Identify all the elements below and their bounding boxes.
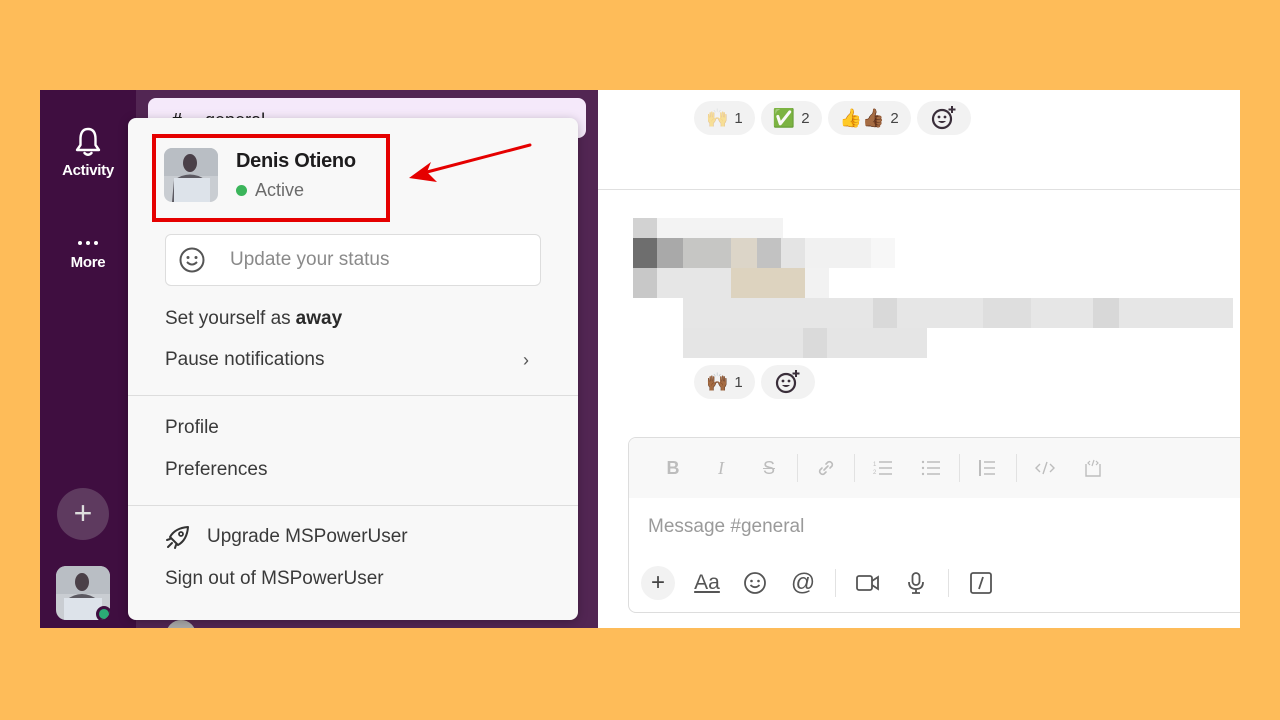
mention-button[interactable]: @ [779, 566, 827, 600]
raised-hands-icon: 🙌 [706, 108, 729, 128]
active-status-dot [236, 185, 247, 196]
set-away-item[interactable]: Set yourself as away [165, 308, 541, 330]
pause-notifications-label: Pause notifications [165, 349, 325, 370]
svg-text:2: 2 [873, 470, 877, 476]
status-input[interactable] [230, 249, 530, 271]
upgrade-label: Upgrade MSPowerUser [207, 526, 408, 547]
bulleted-list-button[interactable] [907, 453, 955, 483]
reaction-raised-hands[interactable]: 🙌 1 [694, 101, 755, 135]
add-reaction-button[interactable] [916, 101, 971, 135]
check-mark-icon: ✅ [772, 108, 796, 128]
rocket-icon [166, 526, 189, 549]
annotation-arrow-icon [409, 143, 532, 182]
user-avatar [164, 148, 218, 202]
add-workspace-button[interactable]: + [57, 488, 109, 540]
bulleted-list-icon [921, 460, 940, 476]
slash-command-icon [970, 572, 992, 594]
bottom-reactions: 🙌🏾 1 [694, 365, 815, 399]
update-status-field[interactable] [165, 234, 541, 286]
audio-clip-button[interactable] [892, 566, 940, 600]
user-status-text: Active [255, 180, 305, 200]
rail-activity-button[interactable]: Activity [40, 126, 136, 179]
add-emoji-icon [931, 106, 956, 130]
message-divider [598, 189, 1240, 190]
blockquote-icon [979, 460, 995, 476]
strikethrough-button[interactable]: S [745, 453, 793, 483]
upgrade-item[interactable]: Upgrade MSPowerUser [165, 524, 541, 550]
reaction-count: 1 [734, 109, 743, 127]
rail-more-label: More [70, 254, 106, 271]
sign-out-label: Sign out of MSPowerUser [165, 568, 384, 589]
preferences-label: Preferences [165, 459, 268, 480]
smiley-icon [179, 247, 205, 273]
workspace-rail: Activity More + [40, 90, 136, 628]
code-button[interactable] [1021, 453, 1069, 483]
shortcuts-button[interactable] [957, 566, 1005, 600]
set-away-bold: away [295, 308, 343, 329]
top-reactions: 🙌 1 ✅ 2 👍👍🏾 2 [694, 101, 971, 135]
set-away-label: Set yourself as [165, 308, 291, 329]
code-block-icon [1085, 459, 1101, 477]
reaction-count: 2 [801, 109, 810, 127]
emoji-button[interactable] [731, 566, 779, 600]
add-reaction-button[interactable] [760, 365, 815, 399]
profile-item[interactable]: Profile [165, 417, 541, 439]
ordered-list-icon: 12 [873, 461, 892, 476]
composer-actions: + Aa @ [629, 556, 1240, 610]
user-status: Active [236, 180, 304, 201]
text-format-button[interactable]: Aa [683, 566, 731, 600]
blockquote-button[interactable] [964, 453, 1012, 483]
ordered-list-button[interactable]: 12 [859, 453, 907, 483]
link-icon [818, 460, 834, 476]
message-composer: B I S 12 Message #general + Aa @ [628, 437, 1240, 613]
chevron-right-icon: › [523, 349, 529, 370]
preferences-item[interactable]: Preferences [165, 459, 541, 481]
link-button[interactable] [802, 453, 850, 483]
rail-user-avatar[interactable] [56, 566, 110, 620]
dm-avatar[interactable] [166, 620, 196, 628]
user-name: Denis Otieno [236, 150, 356, 172]
raised-hands-icon: 🙌🏾 [706, 372, 729, 392]
slack-window: Activity More + # general [40, 90, 1240, 628]
formatting-toolbar: B I S 12 [629, 438, 1240, 498]
redacted-message [623, 218, 1233, 358]
reaction-check-mark[interactable]: ✅ 2 [760, 101, 822, 135]
sign-out-item[interactable]: Sign out of MSPowerUser [165, 568, 541, 590]
reaction-thumbs-up[interactable]: 👍👍🏾 2 [827, 101, 911, 135]
reaction-count: 1 [734, 373, 743, 391]
video-clip-button[interactable] [844, 566, 892, 600]
microphone-icon [908, 572, 924, 594]
bell-icon [75, 127, 101, 156]
add-emoji-icon [775, 370, 800, 394]
message-input[interactable] [629, 498, 1240, 556]
profile-menu: Denis Otieno Active Set yourself as away… [128, 118, 578, 620]
rail-more-button[interactable]: More [40, 236, 136, 271]
more-dots-icon [40, 236, 136, 250]
rail-activity-label: Activity [62, 162, 114, 179]
attach-button[interactable]: + [641, 566, 675, 600]
presence-indicator [96, 606, 110, 620]
avatar-photo [164, 148, 218, 202]
smiley-icon [744, 572, 766, 594]
profile-label: Profile [165, 417, 219, 438]
video-camera-icon [856, 575, 879, 591]
bold-button[interactable]: B [649, 453, 697, 483]
user-highlight-box: Denis Otieno Active [152, 134, 390, 222]
reaction-count: 2 [890, 109, 899, 127]
pause-notifications-item[interactable]: Pause notifications › [165, 349, 541, 371]
reaction-raised-hands[interactable]: 🙌🏾 1 [694, 365, 755, 399]
thumbs-up-icon: 👍👍🏾 [839, 108, 885, 128]
svg-text:1: 1 [873, 462, 877, 468]
menu-divider [128, 395, 578, 396]
italic-button[interactable]: I [697, 453, 745, 483]
message-pane: 🙌 1 ✅ 2 👍👍🏾 2 🙌🏾 1 B I S 1 2 Message #ge… [598, 90, 1240, 628]
menu-divider [128, 505, 578, 506]
code-icon [1035, 461, 1055, 475]
code-block-button[interactable] [1069, 453, 1117, 483]
